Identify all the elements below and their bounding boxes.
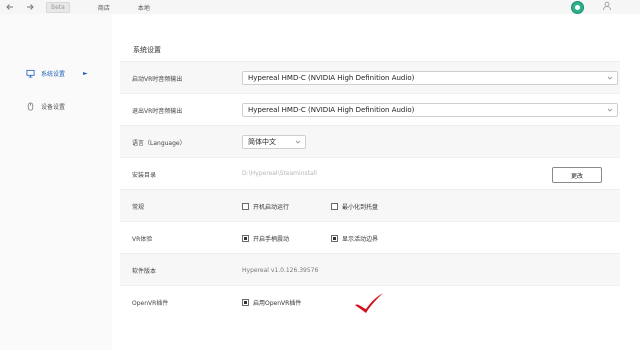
checkbox-label: 开启手柄震动 (253, 235, 290, 243)
row-label: 常规 (132, 203, 145, 211)
sidebar-item-device-settings[interactable]: 设备设置 (26, 102, 65, 111)
checkbox-label: 启用OpenVR插件 (253, 299, 302, 307)
audio-output-start-select[interactable]: Hypereal HMD-C (NVIDIA High Definition A… (242, 71, 618, 85)
tab-store[interactable]: 商店 (98, 3, 110, 12)
sidebar-item-system-settings[interactable]: 系统设置 ► (26, 69, 88, 78)
version-value: Hypereal v1.0.126.39576 (242, 266, 319, 274)
checkbox-label: 开机启动运行 (253, 203, 290, 211)
language-select[interactable]: 简体中文 (242, 135, 306, 149)
checkbox-icon[interactable] (242, 298, 249, 306)
select-value: Hypereal HMD-C (NVIDIA High Definition A… (248, 74, 415, 82)
row-general: 常规 开机启动运行 最小化到托盘 (120, 189, 620, 222)
checkbox-label: 显示活动边界 (342, 235, 379, 243)
page-title: 系统设置 (133, 46, 161, 54)
top-bar: Beta 商店 本地 (0, 0, 640, 14)
checkbox-label: 最小化到托盘 (342, 203, 379, 211)
row-audio-output-exit: 退出VR时音频输出 Hypereal HMD-C (NVIDIA High De… (120, 93, 620, 126)
chevron-down-icon (607, 75, 613, 81)
select-value: Hypereal HMD-C (NVIDIA High Definition A… (248, 106, 415, 114)
row-install-directory: 安装目录 D:\Hypereal\Steaminstall 更改 (120, 157, 620, 190)
row-language: 语言（Language） 简体中文 (120, 125, 620, 158)
monitor-icon (26, 69, 35, 78)
topbar-right (571, 0, 612, 14)
brand-icon[interactable] (571, 0, 584, 14)
sidebar-item-label: 设备设置 (41, 104, 66, 111)
checkbox-show-boundary[interactable]: 显示活动边界 (331, 234, 378, 243)
row-label: OpenVR插件 (132, 299, 169, 307)
checkbox-icon[interactable] (242, 234, 249, 242)
row-label: 退出VR时音频输出 (132, 107, 183, 115)
row-value: 启用OpenVR插件 (242, 298, 620, 307)
row-value: Hypereal HMD-C (NVIDIA High Definition A… (242, 103, 620, 117)
row-label: 语言（Language） (132, 139, 186, 147)
checkbox-auto-start[interactable]: 开机启动运行 (242, 202, 289, 211)
checkbox-minimize-to-tray[interactable]: 最小化到托盘 (331, 202, 378, 211)
row-label: 软件版本 (132, 267, 157, 275)
checkbox-icon[interactable] (331, 202, 339, 210)
arrow-right-icon[interactable] (20, 0, 40, 14)
row-label: 安装目录 (132, 171, 157, 179)
beta-tag: Beta (46, 1, 70, 13)
change-directory-button[interactable]: 更改 (552, 167, 602, 183)
select-value: 简体中文 (248, 138, 276, 146)
install-path-field[interactable]: D:\Hypereal\Steaminstall (242, 167, 317, 181)
row-value: 开启手柄震动 显示活动边界 (242, 234, 620, 243)
red-checkmark-icon (352, 291, 386, 315)
row-audio-output-start: 启动VR时音频输出 Hypereal HMD-C (NVIDIA High De… (120, 61, 620, 94)
caret-right-icon: ► (83, 70, 88, 77)
row-software-version: 软件版本 Hypereal v1.0.126.39576 (120, 253, 620, 286)
checkbox-icon[interactable] (242, 202, 249, 210)
checkbox-controller-vibration[interactable]: 开启手柄震动 (242, 234, 289, 243)
row-value: Hypereal HMD-C (NVIDIA High Definition A… (242, 71, 620, 85)
sidebar: 系统设置 ► 设备设置 (0, 14, 112, 350)
audio-output-exit-select[interactable]: Hypereal HMD-C (NVIDIA High Definition A… (242, 103, 618, 117)
arrow-left-icon[interactable] (0, 0, 20, 14)
mouse-icon (26, 102, 35, 111)
row-label: VR体验 (132, 235, 153, 243)
row-label: 启动VR时音频输出 (132, 75, 183, 83)
checkbox-enable-openvr[interactable]: 启用OpenVR插件 (242, 298, 301, 307)
user-icon[interactable] (602, 1, 612, 13)
row-value: 开机启动运行 最小化到托盘 (242, 202, 620, 211)
row-value: Hypereal v1.0.126.39576 (242, 267, 620, 274)
row-value: 简体中文 (242, 135, 620, 149)
checkbox-icon[interactable] (331, 234, 339, 242)
row-vr-experience: VR体验 开启手柄震动 显示活动边界 (120, 221, 620, 254)
row-value: D:\Hypereal\Steaminstall 更改 (242, 167, 620, 183)
sidebar-item-label: 系统设置 (41, 71, 66, 78)
tab-local[interactable]: 本地 (138, 3, 150, 12)
chevron-down-icon (295, 139, 301, 145)
chevron-down-icon (607, 107, 613, 113)
